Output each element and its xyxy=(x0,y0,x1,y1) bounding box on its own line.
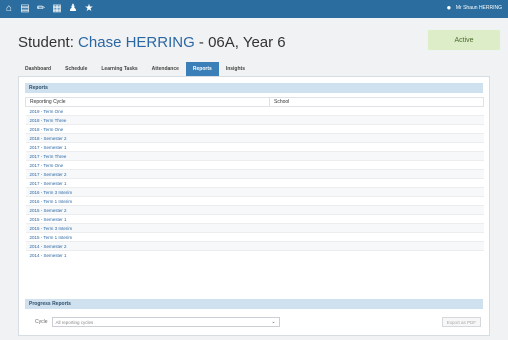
table-row: 2016 - Term 3 Interim xyxy=(25,187,484,197)
report-school-cell xyxy=(269,160,484,170)
report-school-cell xyxy=(269,187,484,197)
report-school-cell xyxy=(269,232,484,242)
page-title: Student: Chase HERRING - 06A, Year 6 xyxy=(18,34,286,51)
table-row: 2018 - Term Three xyxy=(25,115,484,125)
report-school-cell xyxy=(269,124,484,134)
report-school-cell xyxy=(269,169,484,179)
tab-dashboard[interactable]: Dashboard xyxy=(18,62,58,76)
table-row: 2019 - Term One xyxy=(25,106,484,116)
table-row: 2017 - Term Three xyxy=(25,151,484,161)
column-header-reporting-cycle: Reporting Cycle xyxy=(25,97,270,107)
user-icon: ● xyxy=(446,3,452,12)
report-cycle-link[interactable]: 2017 - Semester 2 xyxy=(25,169,270,179)
table-row: 2018 - Semester 2 xyxy=(25,133,484,143)
star-icon[interactable]: ★ xyxy=(84,4,94,14)
report-cycle-link[interactable]: 2017 - Semester 1 xyxy=(25,142,270,152)
top-nav-icons: ⌂ ▤ ✏ ▦ ♟ ★ xyxy=(0,4,94,14)
table-header-row: Reporting Cycle School xyxy=(25,97,484,107)
table-row: 2015 - Semester 1 xyxy=(25,214,484,224)
table-row: 2017 - Semester 1 xyxy=(25,178,484,188)
tab-schedule[interactable]: Schedule xyxy=(58,62,94,76)
cycle-label: Cycle xyxy=(35,319,48,325)
reports-table: Reporting Cycle School 2019 - Term One 20… xyxy=(25,97,484,260)
report-cycle-link[interactable]: 2018 - Term Three xyxy=(25,115,270,125)
report-cycle-link[interactable]: 2017 - Semester 1 xyxy=(25,178,270,188)
report-school-cell xyxy=(269,250,484,260)
report-cycle-link[interactable]: 2017 - Term One xyxy=(25,160,270,170)
top-nav-bar: ⌂ ▤ ✏ ▦ ♟ ★ ● Mr Shaun HERRING xyxy=(0,0,508,18)
report-cycle-link[interactable]: 2016 - Term 1 Interim xyxy=(25,196,270,206)
report-school-cell xyxy=(269,223,484,233)
title-suffix: - 06A, Year 6 xyxy=(194,34,286,51)
table-row: 2015 - Term 1 Interim xyxy=(25,232,484,242)
reports-panel: Reports Reporting Cycle School 2019 - Te… xyxy=(18,76,490,336)
report-cycle-link[interactable]: 2015 - Term 3 Interim xyxy=(25,223,270,233)
tab-attendance[interactable]: Attendance xyxy=(145,62,186,76)
table-row: 2018 - Term One xyxy=(25,124,484,134)
table-row: 2017 - Semester 2 xyxy=(25,169,484,179)
cycle-filter: Cycle All reporting cycles ⌄ Export as P… xyxy=(25,315,483,329)
export-pdf-button[interactable]: Export as PDF xyxy=(441,317,481,327)
report-cycle-link[interactable]: 2015 - Semester 1 xyxy=(25,214,270,224)
report-school-cell xyxy=(269,133,484,143)
table-row: 2014 - Semester 2 xyxy=(25,241,484,251)
pencil-icon[interactable]: ✏ xyxy=(36,4,46,14)
grid-icon[interactable]: ▦ xyxy=(52,4,62,14)
table-row: 2015 - Term 3 Interim xyxy=(25,223,484,233)
report-school-cell xyxy=(269,196,484,206)
status-badge: Active xyxy=(428,30,500,50)
report-school-cell xyxy=(269,205,484,215)
report-cycle-link[interactable]: 2017 - Term Three xyxy=(25,151,270,161)
table-row: 2017 - Term One xyxy=(25,160,484,170)
table-row: 2014 - Semester 1 xyxy=(25,250,484,260)
report-cycle-link[interactable]: 2014 - Semester 2 xyxy=(25,241,270,251)
report-cycle-link[interactable]: 2018 - Semester 2 xyxy=(25,133,270,143)
people-icon[interactable]: ♟ xyxy=(68,4,78,14)
report-cycle-link[interactable]: 2015 - Semester 2 xyxy=(25,205,270,215)
calendar-icon[interactable]: ▤ xyxy=(20,4,30,14)
report-school-cell xyxy=(269,142,484,152)
tab-reports[interactable]: Reports xyxy=(185,62,219,76)
reports-heading: Reports xyxy=(25,83,483,93)
title-prefix: Student: xyxy=(18,34,79,51)
home-icon[interactable]: ⌂ xyxy=(4,4,14,14)
table-row: 2016 - Term 1 Interim xyxy=(25,196,484,206)
report-school-cell xyxy=(269,115,484,125)
progress-reports-heading: Progress Reports xyxy=(25,299,483,309)
report-school-cell xyxy=(269,241,484,251)
report-school-cell xyxy=(269,178,484,188)
report-cycle-link[interactable]: 2019 - Term One xyxy=(25,106,270,116)
report-school-cell xyxy=(269,106,484,116)
table-row: 2015 - Semester 2 xyxy=(25,205,484,215)
report-cycle-link[interactable]: 2018 - Term One xyxy=(25,124,270,134)
tab-learning-tasks[interactable]: Learning Tasks xyxy=(94,62,144,76)
page-body: Student: Chase HERRING - 06A, Year 6 Act… xyxy=(0,18,508,340)
report-school-cell xyxy=(269,214,484,224)
report-cycle-link[interactable]: 2015 - Term 1 Interim xyxy=(25,232,270,242)
user-name: Mr Shaun HERRING xyxy=(455,5,502,11)
user-menu[interactable]: ● Mr Shaun HERRING xyxy=(445,3,502,13)
tab-bar: Dashboard Schedule Learning Tasks Attendanc… xyxy=(18,62,252,76)
column-header-school: School xyxy=(269,97,484,107)
report-cycle-link[interactable]: 2014 - Semester 1 xyxy=(25,250,270,260)
cycle-select[interactable]: All reporting cycles ⌄ xyxy=(51,317,280,327)
cycle-select-value: All reporting cycles xyxy=(55,320,94,325)
table-row: 2017 - Semester 1 xyxy=(25,142,484,152)
student-name: Chase HERRING xyxy=(78,34,195,51)
chevron-down-icon: ⌄ xyxy=(271,319,276,325)
tab-insights[interactable]: Insights xyxy=(219,62,252,76)
report-school-cell xyxy=(269,151,484,161)
report-cycle-link[interactable]: 2016 - Term 3 Interim xyxy=(25,187,270,197)
